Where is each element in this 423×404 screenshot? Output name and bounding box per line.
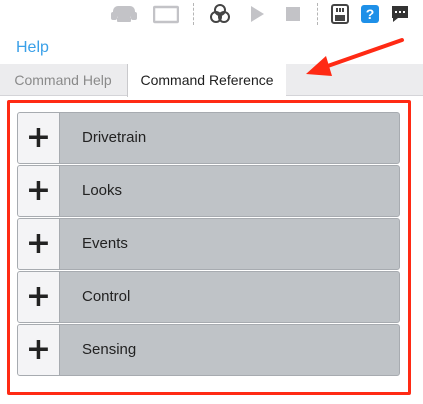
screen-icon[interactable]: [153, 4, 179, 24]
plus-icon: +: [25, 226, 52, 261]
category-label: Drivetrain: [82, 129, 147, 146]
category-label: Sensing: [82, 341, 137, 358]
device-icon[interactable]: [330, 4, 350, 24]
blocks-icon[interactable]: [208, 4, 232, 24]
expand-button[interactable]: +: [18, 113, 60, 163]
toolbar-separator: [193, 3, 194, 25]
help-icon-glyph: ?: [366, 6, 375, 22]
category-looks[interactable]: + Looks: [17, 165, 400, 217]
robot-icon[interactable]: [110, 4, 138, 24]
category-sensing[interactable]: + Sensing: [17, 324, 400, 376]
expand-button[interactable]: +: [18, 272, 60, 322]
help-icon[interactable]: ?: [360, 4, 380, 24]
chat-icon[interactable]: [390, 4, 410, 24]
category-label: Events: [82, 235, 128, 252]
category-drivetrain[interactable]: + Drivetrain: [17, 112, 400, 164]
expand-button[interactable]: +: [18, 166, 60, 216]
expand-button[interactable]: +: [18, 219, 60, 269]
annotation-arrow: [306, 38, 404, 76]
category-events[interactable]: + Events: [17, 218, 400, 270]
category-label: Control: [82, 288, 131, 305]
tab-command-help[interactable]: Command Help: [0, 64, 126, 96]
tab-command-reference[interactable]: Command Reference: [127, 64, 286, 97]
category-control[interactable]: + Control: [17, 271, 400, 323]
toolbar-separator: [317, 3, 318, 25]
top-toolbar: ?: [0, 0, 423, 30]
panel-title: Help: [16, 39, 49, 56]
plus-icon: +: [25, 120, 52, 155]
plus-icon: +: [25, 173, 52, 208]
category-label: Looks: [82, 182, 123, 199]
plus-icon: +: [25, 332, 52, 367]
expand-button[interactable]: +: [18, 325, 60, 375]
play-icon[interactable]: [248, 4, 266, 24]
stop-icon[interactable]: [284, 4, 302, 24]
plus-icon: +: [25, 279, 52, 314]
